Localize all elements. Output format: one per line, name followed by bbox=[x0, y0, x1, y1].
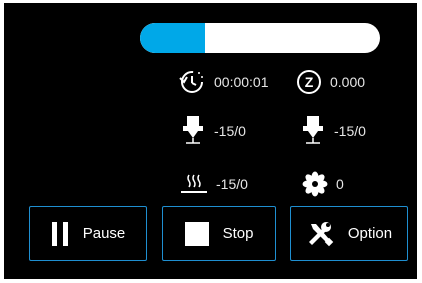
fan-speed-value: 0 bbox=[336, 176, 344, 192]
print-progress-fill bbox=[140, 23, 205, 53]
extruder-nozzle-icon bbox=[300, 115, 326, 147]
print-progress-bar bbox=[140, 23, 380, 53]
heated-bed-icon bbox=[180, 171, 208, 197]
bed-temp-stat: -15/0 bbox=[180, 171, 248, 197]
pause-icon bbox=[51, 221, 69, 247]
clock-history-icon bbox=[176, 69, 206, 95]
pause-button-label: Pause bbox=[82, 225, 126, 242]
option-button[interactable]: Option bbox=[290, 206, 408, 261]
fan-icon bbox=[302, 171, 328, 197]
extruder-nozzle-icon bbox=[180, 115, 206, 147]
nozzle1-temp-stat: -15/0 bbox=[180, 115, 246, 147]
elapsed-time-value: 00:00:01 bbox=[214, 74, 269, 90]
z-axis-icon: Z bbox=[296, 69, 322, 95]
stop-icon bbox=[184, 221, 209, 246]
elapsed-time-stat: 00:00:01 bbox=[176, 69, 269, 95]
z-axis-letter: Z bbox=[305, 74, 314, 90]
fan-speed-stat: 0 bbox=[302, 171, 344, 197]
bed-temp-value: -15/0 bbox=[216, 176, 248, 192]
stop-button[interactable]: Stop bbox=[162, 206, 276, 261]
printer-status-screen: 00:00:01 Z 0.000 -15/0 -15/0 -15/0 0 Pau… bbox=[4, 3, 417, 279]
nozzle1-temp-value: -15/0 bbox=[214, 123, 246, 139]
stop-button-label: Stop bbox=[222, 225, 254, 242]
z-height-stat: Z 0.000 bbox=[296, 69, 365, 95]
nozzle2-temp-stat: -15/0 bbox=[300, 115, 366, 147]
option-button-label: Option bbox=[347, 225, 393, 242]
pause-button[interactable]: Pause bbox=[29, 206, 147, 261]
wrench-screwdriver-icon bbox=[306, 221, 334, 247]
z-height-value: 0.000 bbox=[330, 74, 366, 90]
nozzle2-temp-value: -15/0 bbox=[334, 123, 366, 139]
